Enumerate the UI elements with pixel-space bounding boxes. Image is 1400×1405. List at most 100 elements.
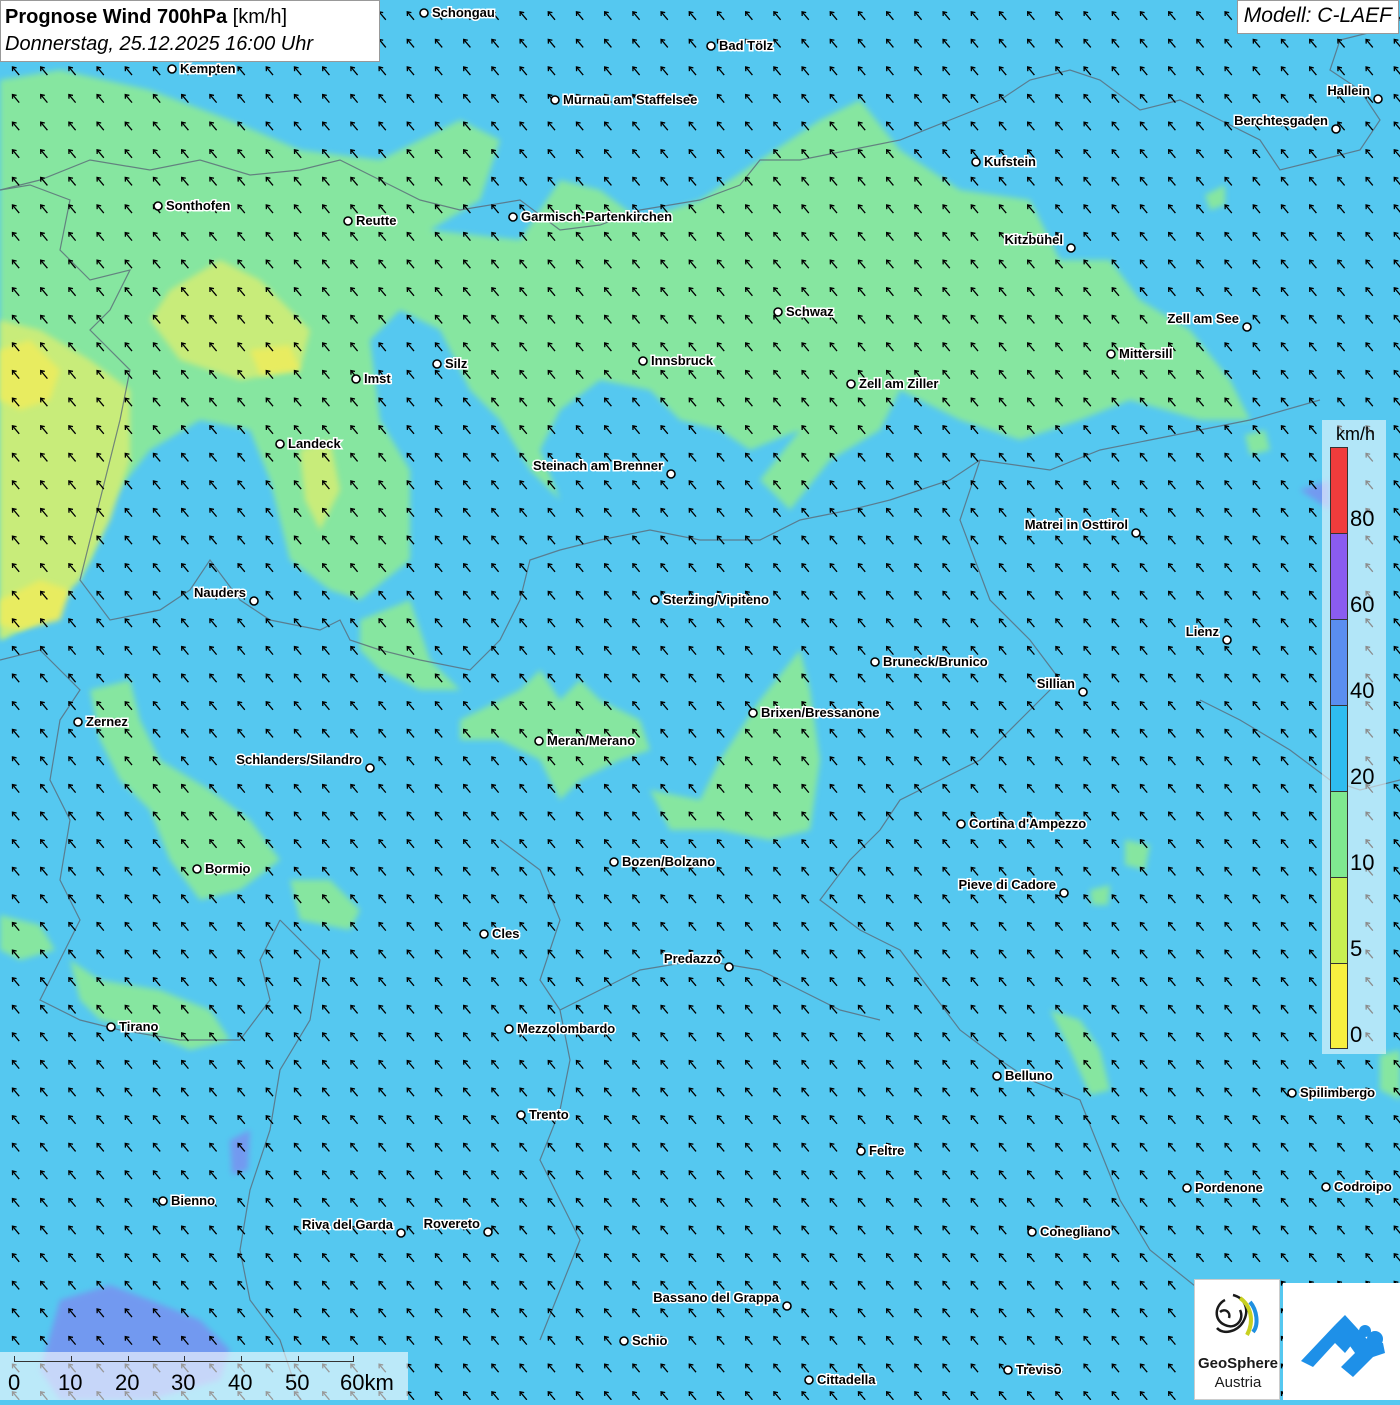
city-label: Schio bbox=[632, 1333, 667, 1348]
city-dot-icon bbox=[956, 819, 966, 829]
city-label: Garmisch-Partenkirchen bbox=[521, 209, 672, 224]
city-marker: Spilimbergo bbox=[1287, 1084, 1377, 1102]
city-dot-icon bbox=[724, 962, 734, 972]
map-title-bold: Prognose Wind 700hPa bbox=[5, 6, 228, 28]
mountain-cloud-logo-icon bbox=[1301, 1315, 1385, 1377]
city-dot-icon bbox=[365, 763, 375, 773]
geosphere-emblem-icon bbox=[1215, 1293, 1259, 1336]
city-dot-icon bbox=[158, 1196, 168, 1206]
city-dot-icon bbox=[992, 1071, 1002, 1081]
legend-segment-5 bbox=[1331, 878, 1347, 964]
map-title: Prognose Wind 700hPa [km/h] bbox=[5, 4, 375, 30]
legend-label-10: 10 bbox=[1350, 850, 1375, 875]
city-label: Schongau bbox=[432, 5, 495, 20]
city-label: Meran/Merano bbox=[547, 733, 635, 748]
city-label: Pordenone bbox=[1195, 1180, 1263, 1195]
city-label: Predazzo bbox=[664, 951, 721, 966]
city-label: Zernez bbox=[86, 714, 128, 729]
city-marker: Conegliano bbox=[1027, 1223, 1112, 1241]
city-label: Feltre bbox=[869, 1143, 904, 1158]
city-dot-icon bbox=[106, 1022, 116, 1032]
scale-label-0: 0 bbox=[8, 1370, 21, 1395]
city-dot-icon bbox=[351, 374, 361, 384]
city-label: Schlanders/Silandro bbox=[236, 752, 362, 767]
city-label: Bozen/Bolzano bbox=[622, 854, 715, 869]
wind-map: Schongau Bad Tölz Kempten Murnau am Staffel… bbox=[0, 0, 1400, 1400]
city-marker: Bruneck/Brunico bbox=[870, 653, 989, 671]
city-label: Brixen/Bressanone bbox=[761, 705, 880, 720]
city-dot-icon bbox=[432, 359, 442, 369]
city-dot-icon bbox=[479, 929, 489, 939]
city-label: Sillian bbox=[1037, 676, 1075, 691]
city-dot-icon bbox=[1331, 124, 1341, 134]
city-label: Riva del Garda bbox=[302, 1217, 394, 1232]
city-label: Tirano bbox=[119, 1019, 159, 1034]
city-label: Bassano del Grappa bbox=[653, 1290, 779, 1305]
city-dot-icon bbox=[1003, 1365, 1013, 1375]
city-dot-icon bbox=[483, 1227, 493, 1237]
weather-app-logo bbox=[1283, 1283, 1400, 1400]
city-marker: Sterzing/Vipiteno bbox=[650, 591, 770, 609]
city-dot-icon bbox=[1222, 635, 1232, 645]
city-dot-icon bbox=[748, 708, 758, 718]
city-dot-icon bbox=[167, 64, 177, 74]
city-dot-icon bbox=[846, 379, 856, 389]
scale-label-20: 20 bbox=[115, 1370, 140, 1395]
city-label: Cortina d'Ampezzo bbox=[969, 816, 1086, 831]
city-label: Bienno bbox=[171, 1193, 215, 1208]
city-label: Steinach am Brenner bbox=[533, 458, 663, 473]
city-marker: Cortina d'Ampezzo bbox=[956, 815, 1088, 833]
city-label: Kufstein bbox=[984, 154, 1036, 169]
city-dot-icon bbox=[516, 1110, 526, 1120]
legend-unit: km/h bbox=[1336, 424, 1376, 444]
scale-label-50: 50 bbox=[285, 1370, 310, 1395]
city-label: Treviso bbox=[1016, 1362, 1062, 1377]
city-marker: Garmisch-Partenkirchen bbox=[508, 208, 674, 226]
city-label: Sonthofen bbox=[166, 198, 230, 213]
city-label: Mittersill bbox=[1119, 346, 1172, 361]
city-dot-icon bbox=[773, 307, 783, 317]
city-dot-icon bbox=[609, 857, 619, 867]
city-label: Landeck bbox=[288, 436, 342, 451]
city-label: Silz bbox=[445, 356, 468, 371]
city-label: Berchtesgaden bbox=[1234, 113, 1328, 128]
scale-label-60km: 60km bbox=[340, 1370, 394, 1395]
city-label: Belluno bbox=[1005, 1068, 1053, 1083]
scale-tick bbox=[184, 1356, 185, 1362]
city-label: Bormio bbox=[205, 861, 251, 876]
city-dot-icon bbox=[249, 596, 259, 606]
city-dot-icon bbox=[1106, 349, 1116, 359]
legend-label-40: 40 bbox=[1350, 678, 1375, 703]
map-title-unit: [km/h] bbox=[227, 6, 288, 28]
city-marker: Pordenone bbox=[1182, 1179, 1264, 1197]
city-marker: Brixen/Bressanone bbox=[748, 704, 881, 722]
legend-label-60: 60 bbox=[1350, 592, 1375, 617]
city-dot-icon bbox=[1131, 528, 1141, 538]
city-dot-icon bbox=[534, 736, 544, 746]
city-dot-icon bbox=[782, 1301, 792, 1311]
city-marker: Zell am Ziller bbox=[846, 375, 940, 393]
legend-label-20: 20 bbox=[1350, 764, 1375, 789]
city-marker: Bozen/Bolzano bbox=[609, 853, 717, 871]
city-label: Hallein bbox=[1327, 83, 1370, 98]
city-label: Murnau am Staffelsee bbox=[563, 92, 697, 107]
scale-tick bbox=[128, 1356, 129, 1362]
city-dot-icon bbox=[1373, 94, 1383, 104]
city-dot-icon bbox=[550, 95, 560, 105]
city-label: Kempten bbox=[180, 61, 236, 76]
legend-color-bar bbox=[1330, 447, 1348, 1049]
city-label: Zell am See bbox=[1167, 311, 1239, 326]
city-dot-icon bbox=[1078, 687, 1088, 697]
city-dot-icon bbox=[1287, 1088, 1297, 1098]
geosphere-logo-subtext: Austria bbox=[1214, 1374, 1262, 1391]
city-marker: Murnau am Staffelsee bbox=[550, 91, 699, 109]
city-dot-icon bbox=[650, 595, 660, 605]
city-label: Matrei in Osttirol bbox=[1025, 517, 1128, 532]
city-label: Pieve di Cadore bbox=[958, 877, 1056, 892]
city-marker: Meran/Merano bbox=[534, 732, 637, 750]
geosphere-logo-text: GeoSphere bbox=[1197, 1355, 1279, 1372]
city-label: Codroipo bbox=[1334, 1179, 1392, 1194]
city-label: Lienz bbox=[1186, 624, 1220, 639]
city-marker: Schongau bbox=[419, 4, 496, 22]
city-dot-icon bbox=[870, 657, 880, 667]
